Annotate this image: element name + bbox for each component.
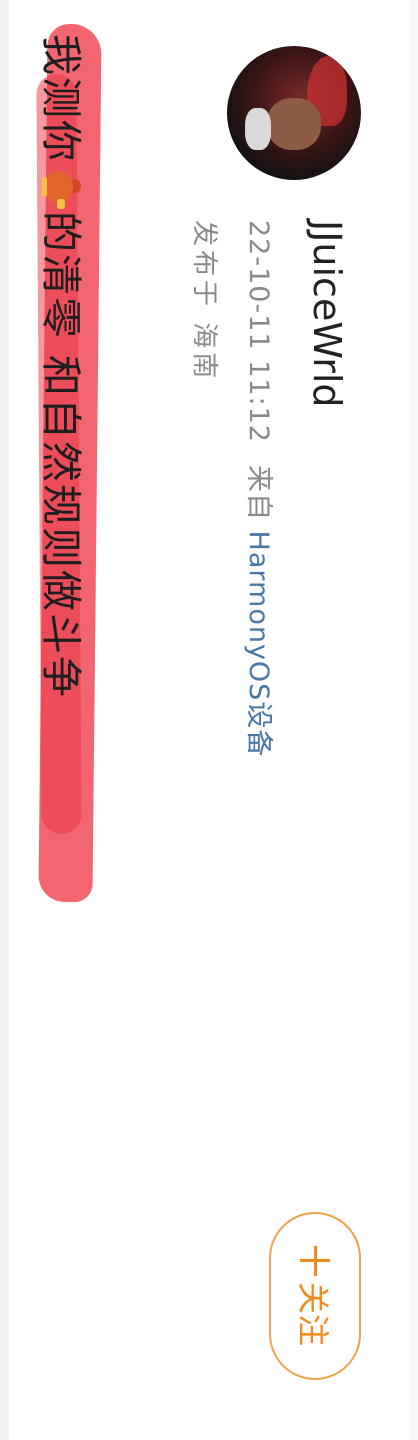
follow-button-label: 关注 [294,1281,332,1346]
avatar-face-shape [267,98,321,150]
plus-icon [300,1246,330,1276]
author-name[interactable]: JJuiceWrld [305,220,349,408]
screen: JJuiceWrld 22-10-11 11:12来自 HarmonyOS设备 … [0,0,418,1440]
right-edge [408,0,418,1440]
source-prefix: 来自 [243,464,274,521]
post-text-part2: 的清零 和自然规则做斗争 [37,211,85,700]
author-avatar[interactable] [227,46,361,180]
post-timestamp: 22-10-11 11:12 [243,220,274,443]
follow-button[interactable]: 关注 [269,1212,361,1380]
post-location: 发布于 海南 [189,220,219,383]
rooster-emoji-icon [41,165,83,209]
post-card: JJuiceWrld 22-10-11 11:12来自 HarmonyOS设备 … [9,0,409,1440]
avatar-watch-shape [245,108,271,150]
source-device-link[interactable]: HarmonyOS设备 [243,531,274,758]
post-text: 我测你的清零 和自然规则做斗争 [35,34,95,699]
post-meta: 22-10-11 11:12 来自 HarmonyOS设备 [242,220,281,757]
post-content: 我测你的清零 和自然规则做斗争 [27,23,102,914]
post-text-part1: 我测你 [37,34,85,163]
